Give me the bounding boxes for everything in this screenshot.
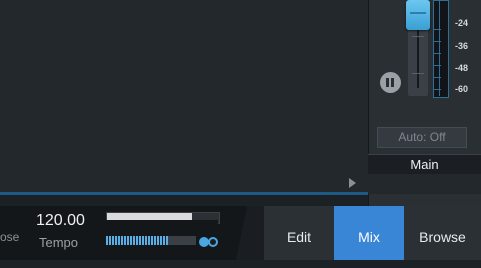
meter-divider [439,0,440,96]
meter-scale-label: -48 [455,63,469,73]
scroll-right-arrow-icon[interactable] [349,178,356,188]
meter-tick [433,53,441,54]
channel-name-label: Main [368,154,481,175]
meter-scale-label: -36 [455,41,469,51]
meter-scale-label: -24 [455,18,469,28]
level-meter-left [433,0,449,98]
arrange-view[interactable] [0,0,368,194]
tab-edit[interactable]: Edit [264,206,334,260]
meter-tick [433,41,441,42]
meter-tick [433,89,441,90]
activity-meter-end [168,236,196,245]
meter-tick [433,65,441,66]
performance-meter-gap [106,220,218,224]
tab-mix[interactable]: Mix [334,206,404,260]
meter-tick [433,77,441,78]
meter-tick [433,29,441,30]
tempo-label: Tempo [39,235,79,250]
channel-footer [368,174,481,194]
meter-scale: -24 -36 -48 -60 [455,0,481,96]
arrange-border [0,192,368,195]
pan-knob-icon[interactable] [380,72,401,93]
link-toggle-icon[interactable] [199,237,219,247]
meter-scale-label: -60 [455,84,469,94]
volume-fader-handle[interactable] [406,0,430,30]
fader-guide-lines [412,36,424,74]
transpose-label: ose [0,230,20,244]
tab-browse[interactable]: Browse [404,206,481,260]
automation-mode-button[interactable]: Auto: Off [377,127,467,148]
tempo-value[interactable]: 120.00 [36,212,85,230]
